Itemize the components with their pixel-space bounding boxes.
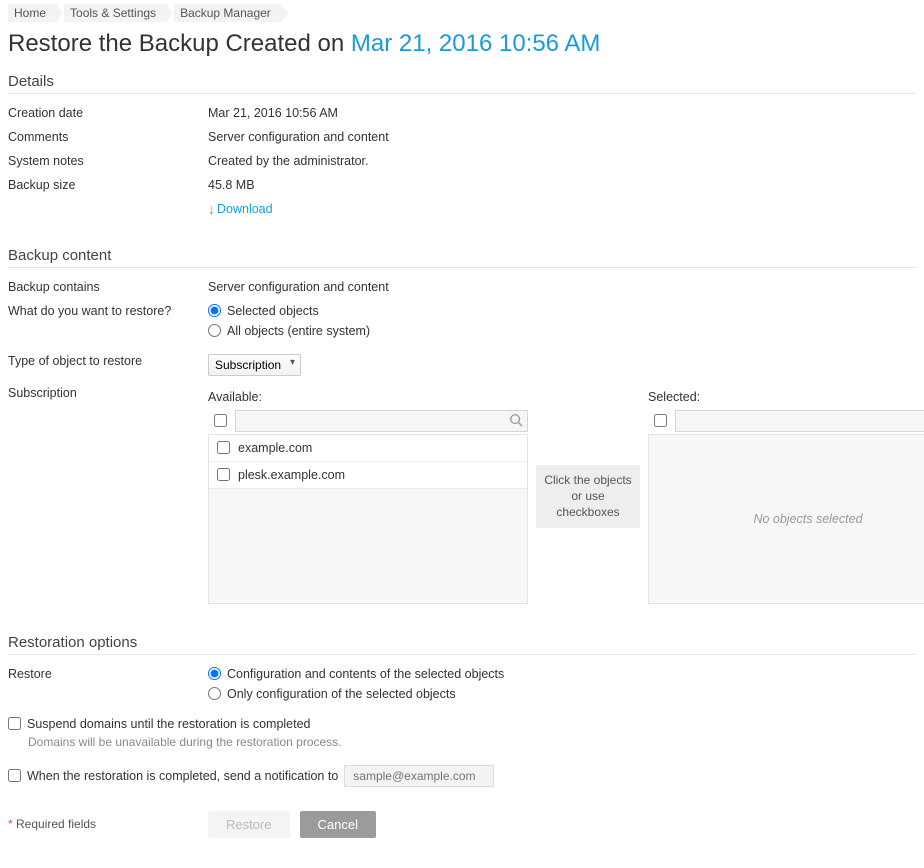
available-item-label: example.com: [238, 441, 312, 455]
details-header: Details: [8, 73, 916, 94]
restore-label: Restore: [8, 667, 208, 681]
radio-all-objects[interactable]: [208, 324, 221, 337]
selected-list-empty: No objects selected: [648, 434, 924, 604]
suspend-domains-label: Suspend domains until the restoration is…: [27, 717, 311, 731]
creation-date-value: Mar 21, 2016 10:56 AM: [208, 106, 916, 120]
radio-all-objects-label: All objects (entire system): [227, 324, 370, 338]
cancel-button[interactable]: Cancel: [300, 811, 376, 838]
notify-checkbox[interactable]: [8, 769, 21, 782]
page-title-date: Mar 21, 2016 10:56 AM: [351, 30, 601, 57]
available-item-label: plesk.example.com: [238, 468, 345, 482]
hint-box: Click the objects or use checkboxes: [536, 465, 640, 528]
breadcrumb-home[interactable]: Home: [8, 4, 56, 22]
selected-select-all-checkbox[interactable]: [654, 414, 667, 427]
radio-config-contents[interactable]: [208, 667, 221, 680]
creation-date-label: Creation date: [8, 106, 208, 120]
transfer-hint: Click the objects or use checkboxes: [528, 390, 648, 604]
comments-value: Server configuration and content: [208, 130, 916, 144]
system-notes-label: System notes: [8, 154, 208, 168]
radio-selected-objects[interactable]: [208, 304, 221, 317]
backup-content-header: Backup content: [8, 247, 916, 268]
list-item[interactable]: plesk.example.com: [209, 462, 527, 489]
available-header: Available:: [208, 390, 528, 404]
available-column: Available: example.com: [208, 390, 528, 604]
selected-header: Selected:: [648, 390, 924, 404]
selected-search-input[interactable]: [675, 410, 924, 432]
suspend-domains-checkbox[interactable]: [8, 717, 21, 730]
available-list: example.com plesk.example.com: [208, 434, 528, 604]
breadcrumb-tools-settings[interactable]: Tools & Settings: [64, 4, 166, 22]
suspend-domains-help: Domains will be unavailable during the r…: [28, 735, 916, 749]
download-arrow-icon: ↓: [208, 202, 215, 216]
system-notes-value: Created by the administrator.: [208, 154, 916, 168]
breadcrumb-backup-manager[interactable]: Backup Manager: [174, 4, 281, 22]
required-star-icon: *: [8, 817, 13, 831]
restore-what-label: What do you want to restore?: [8, 304, 208, 318]
search-icon: [509, 413, 523, 430]
backup-contains-label: Backup contains: [8, 280, 208, 294]
available-select-all-checkbox[interactable]: [214, 414, 227, 427]
breadcrumb: Home Tools & Settings Backup Manager: [8, 4, 916, 22]
required-fields-text: Required fields: [16, 817, 96, 831]
page-title: Restore the Backup Created on Mar 21, 20…: [8, 30, 916, 59]
list-item[interactable]: example.com: [209, 435, 527, 462]
required-fields-note: * Required fields: [8, 817, 208, 831]
type-of-object-select[interactable]: Subscription: [208, 354, 301, 376]
radio-config-contents-label: Configuration and contents of the select…: [227, 667, 504, 681]
available-item-checkbox[interactable]: [217, 441, 230, 454]
restore-button[interactable]: Restore: [208, 811, 290, 838]
radio-config-only[interactable]: [208, 687, 221, 700]
radio-config-only-label: Only configuration of the selected objec…: [227, 687, 456, 701]
radio-selected-objects-label: Selected objects: [227, 304, 319, 318]
restoration-options-header: Restoration options: [8, 634, 916, 655]
download-label: Download: [217, 202, 273, 216]
page-title-prefix: Restore the Backup Created on: [8, 30, 351, 57]
no-objects-selected-text: No objects selected: [753, 512, 862, 526]
backup-contains-value: Server configuration and content: [208, 280, 916, 294]
notify-email-input[interactable]: [344, 765, 494, 787]
subscription-label: Subscription: [8, 386, 208, 400]
download-link[interactable]: ↓Download: [208, 202, 273, 216]
selected-column: Selected: No objects selected: [648, 390, 924, 604]
backup-size-label: Backup size: [8, 178, 208, 192]
type-of-object-label: Type of object to restore: [8, 354, 208, 368]
backup-size-value: 45.8 MB: [208, 178, 916, 192]
comments-label: Comments: [8, 130, 208, 144]
available-item-checkbox[interactable]: [217, 468, 230, 481]
available-search-input[interactable]: [235, 410, 528, 432]
